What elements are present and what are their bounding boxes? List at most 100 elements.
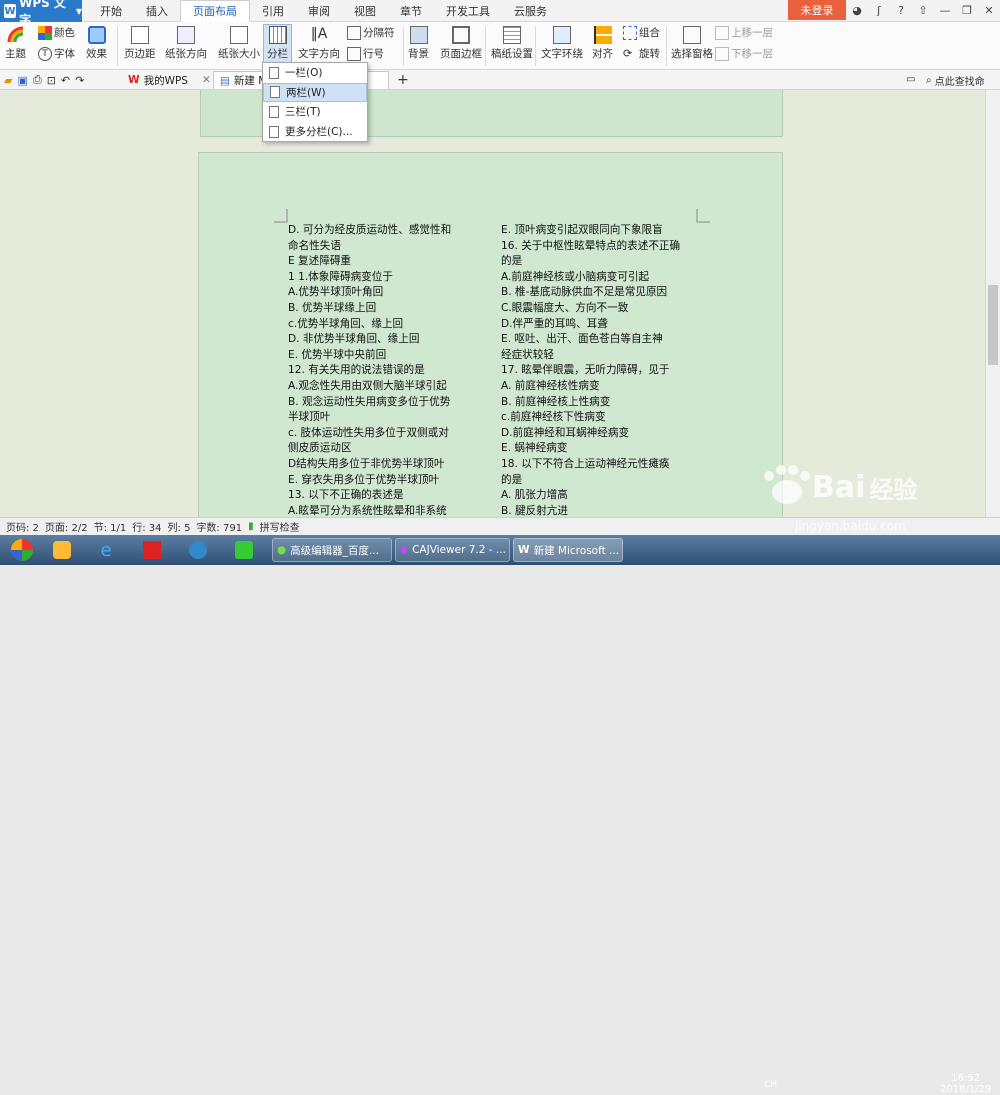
document-page[interactable]: D. 可分为经皮质运动性、感觉性和 命名性失语 E 复述障碍重 1 1.体象障碍…: [198, 152, 783, 517]
text-line: B. 腱反射亢进: [501, 504, 568, 517]
close-icon[interactable]: ✕: [978, 0, 1000, 20]
tab-home[interactable]: 开始: [88, 0, 134, 22]
skin-icon[interactable]: ◕: [846, 0, 868, 20]
tab-list-icon[interactable]: ▭: [906, 74, 915, 85]
taskbar-app-icon[interactable]: [44, 538, 80, 562]
vertical-scrollbar[interactable]: [985, 90, 1000, 517]
tab-review[interactable]: 审阅: [296, 0, 342, 22]
tab-my-wps-label: 我的WPS: [143, 74, 188, 87]
selection-pane-button[interactable]: 选择窗格: [671, 26, 713, 61]
send-backward-button[interactable]: 下移一层: [715, 46, 773, 61]
tab-chapter[interactable]: 章节: [388, 0, 434, 22]
text-line: A. 肌张力增高: [501, 489, 568, 502]
color-label: 颜色: [54, 27, 75, 39]
taskbar-item-editor[interactable]: ● 高级编辑器_百度...: [272, 538, 392, 562]
doc-tab-icon: ▤: [220, 74, 230, 87]
group-button[interactable]: 组合: [623, 25, 660, 40]
system-clock[interactable]: 16:52 2018/1/29: [940, 1073, 991, 1095]
send-backward-label: 下移一层: [731, 48, 773, 60]
share-icon[interactable]: ʃ: [868, 0, 890, 20]
theme-button[interactable]: 主题: [5, 26, 26, 61]
margins-label: 页边距: [124, 48, 156, 60]
menu-item-more-columns[interactable]: 更多分栏(C)...: [263, 122, 367, 142]
taskbar-app-icon[interactable]: [134, 538, 170, 562]
text-line: 命名性失语: [288, 239, 341, 252]
tab-cloud[interactable]: 云服务: [502, 0, 559, 22]
tab-references[interactable]: 引用: [250, 0, 296, 22]
orientation-button[interactable]: 纸张方向: [165, 26, 207, 61]
align-label: 对齐: [592, 48, 613, 60]
input-language[interactable]: CH: [764, 1080, 777, 1090]
taskbar-item-cajviewer[interactable]: ◆ CAJViewer 7.2 - ...: [395, 538, 510, 562]
draft-paper-button[interactable]: 稿纸设置: [491, 26, 533, 61]
background-button[interactable]: 背景: [408, 26, 429, 61]
text-line: 16. 关于中枢性眩晕特点的表述不正确: [501, 239, 681, 252]
menu-item-three-columns[interactable]: 三栏(T): [263, 102, 367, 122]
paper-size-button[interactable]: 纸张大小: [218, 26, 260, 61]
search-icon: ⌕: [926, 75, 932, 86]
columns-button[interactable]: 分栏: [263, 24, 292, 63]
tab-view[interactable]: 视图: [342, 0, 388, 22]
ie-icon: e: [100, 539, 112, 561]
app-icon: [143, 541, 161, 559]
line-number-button[interactable]: 行号: [347, 46, 384, 61]
text-column-right[interactable]: E. 顶叶病变引起双眼同向下象限盲 16. 关于中枢性眩晕特点的表述不正确 的是…: [501, 223, 681, 517]
text-column-left[interactable]: D. 可分为经皮质运动性、感觉性和 命名性失语 E 复述障碍重 1 1.体象障碍…: [288, 223, 463, 517]
margins-button[interactable]: 页边距: [124, 26, 156, 61]
redo-icon[interactable]: ↷: [75, 74, 84, 87]
effect-button[interactable]: 效果: [86, 26, 107, 61]
login-button[interactable]: 未登录: [788, 0, 846, 20]
page-border-button[interactable]: 页面边框: [440, 26, 482, 61]
search-box[interactable]: ⌕ 点此查找命: [926, 73, 985, 88]
text-line: E 复述障碍重: [288, 255, 352, 268]
tab-insert[interactable]: 插入: [134, 0, 180, 22]
text-line: c. 肢体运动性失用多位于双侧或对: [288, 426, 449, 439]
taskbar-ie-icon[interactable]: e: [88, 538, 124, 562]
minimize-icon[interactable]: —: [934, 0, 956, 20]
rotate-button[interactable]: ⟳ 旋转: [623, 46, 660, 61]
bring-forward-button[interactable]: 上移一层: [715, 25, 773, 40]
tab-developer[interactable]: 开发工具: [434, 0, 502, 22]
help-icon[interactable]: ?: [890, 0, 912, 20]
close-tab-icon[interactable]: ✕: [202, 74, 211, 86]
color-button[interactable]: 颜色: [38, 25, 75, 40]
text-direction-button[interactable]: ‖A 文字方向: [298, 26, 340, 61]
taskbar-item-wps[interactable]: W 新建 Microsoft ...: [513, 538, 623, 562]
taskbar-app-icon[interactable]: [180, 538, 216, 562]
status-spell[interactable]: 拼写检查: [260, 519, 300, 534]
print-icon[interactable]: ⎙: [33, 73, 42, 87]
restore-icon[interactable]: ❐: [956, 0, 978, 20]
tab-my-wps[interactable]: W 我的WPS ✕: [122, 71, 217, 89]
wrap-text-button[interactable]: 文字环绕: [541, 26, 583, 61]
text-direction-label: 文字方向: [298, 48, 340, 60]
print-preview-icon[interactable]: ⊡: [47, 74, 56, 87]
menu-item-one-column[interactable]: 一栏(O): [263, 63, 367, 83]
tab-page-layout[interactable]: 页面布局: [180, 0, 250, 23]
line-number-icon: [347, 46, 361, 61]
open-icon[interactable]: ▰: [4, 74, 12, 87]
menu-item-two-columns[interactable]: 两栏(W): [263, 82, 367, 103]
text-line: E. 优势半球中央前回: [288, 348, 387, 361]
scrollbar-thumb[interactable]: [988, 285, 998, 365]
undo-icon[interactable]: ↶: [61, 74, 70, 87]
taskbar-item-label: 新建 Microsoft ...: [533, 544, 620, 557]
window-controls: ◕ ʃ ? ⇧ — ❐ ✕: [846, 0, 1000, 20]
group-label: 组合: [639, 27, 660, 39]
wps-app-button[interactable]: W WPS 文字 ▼: [0, 0, 82, 27]
status-words[interactable]: 字数: 791: [196, 519, 242, 534]
start-button[interactable]: [4, 538, 40, 562]
text-line: E. 蜗神经病变: [501, 442, 568, 455]
palette-icon: [38, 25, 52, 40]
text-line: 12. 有关失用的说法错误的是: [288, 364, 425, 377]
font-button[interactable]: T 字体: [38, 46, 75, 61]
save-icon[interactable]: ▣: [17, 74, 27, 87]
wrap-text-icon: [553, 26, 571, 44]
taskbar-app-icon[interactable]: [226, 538, 262, 562]
align-button[interactable]: 对齐: [592, 26, 613, 61]
new-tab-icon[interactable]: +: [397, 72, 409, 88]
document-canvas[interactable]: D. 可分为经皮质运动性、感觉性和 命名性失语 E 复述障碍重 1 1.体象障碍…: [0, 90, 985, 517]
separator-button[interactable]: 分隔符: [347, 25, 395, 40]
collapse-ribbon-icon[interactable]: ⇧: [912, 0, 934, 20]
status-page: 页码: 2: [6, 523, 39, 534]
group-icon: [623, 25, 637, 40]
